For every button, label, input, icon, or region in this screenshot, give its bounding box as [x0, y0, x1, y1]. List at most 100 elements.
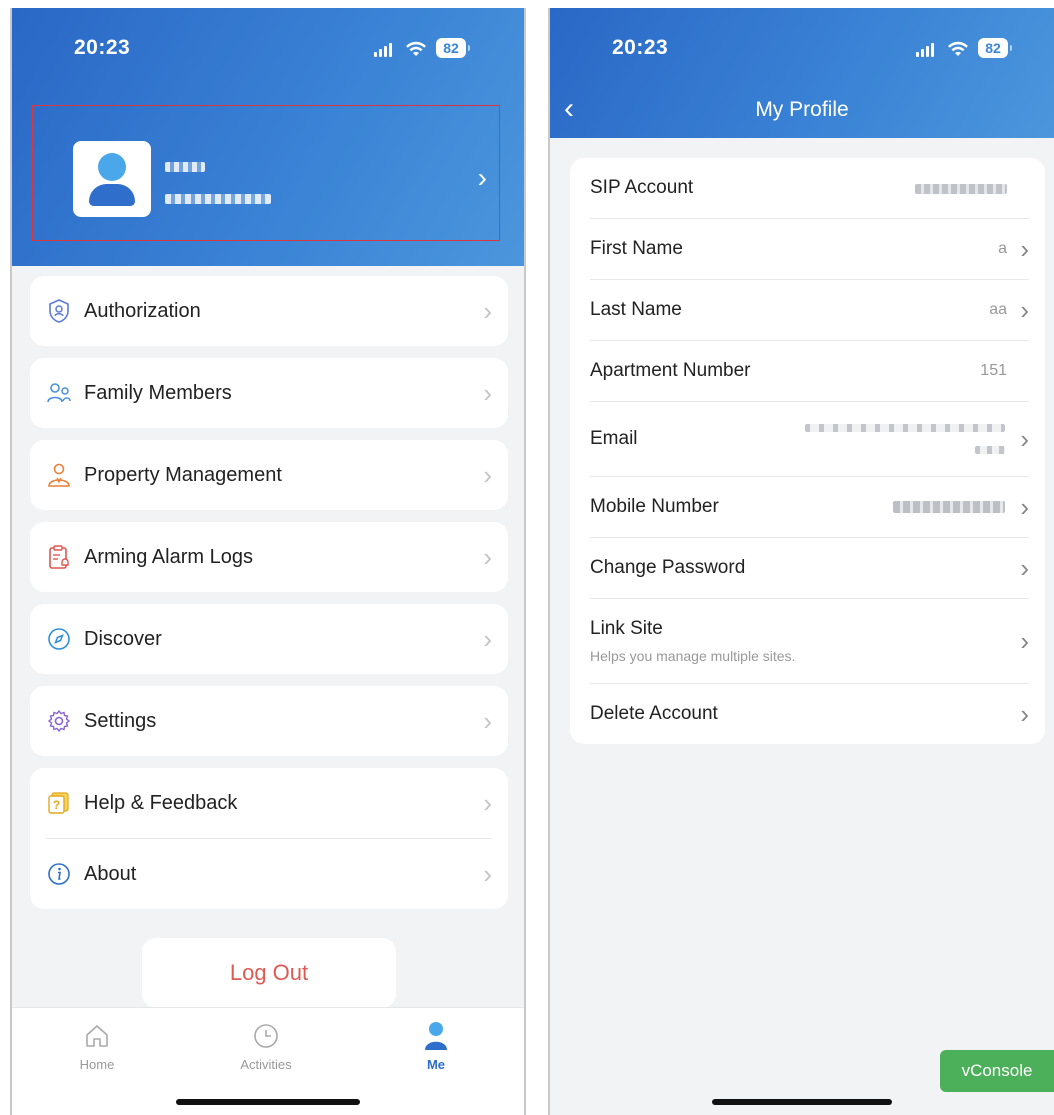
menu-card-family: Family Members ›	[30, 358, 508, 428]
avatar	[73, 141, 151, 217]
row-label: First Name	[590, 238, 683, 259]
chevron-right-icon: ›	[483, 788, 492, 818]
row-label: Last Name	[590, 299, 682, 320]
row-email[interactable]: Email ›	[570, 402, 1045, 476]
menu-card-discover: Discover ›	[30, 604, 508, 674]
wifi-icon	[406, 41, 426, 56]
home-indicator	[712, 1099, 892, 1105]
profile-header: 20:23 82 ‹ My Profile	[550, 8, 1054, 138]
tab-label: Home	[79, 1057, 115, 1072]
chevron-right-icon: ›	[477, 162, 487, 193]
menu-item-help-feedback[interactable]: ? Help & Feedback ›	[30, 768, 508, 838]
menu-card-property: Property Management ›	[30, 440, 508, 510]
row-apartment-number: Apartment Number 151	[570, 341, 1045, 401]
menu-item-label: Settings	[84, 709, 157, 732]
bottom-tab-bar: Home Activities Me	[12, 1007, 524, 1115]
row-mobile-number[interactable]: Mobile Number ›	[570, 477, 1045, 537]
home-icon	[57, 1020, 137, 1052]
comparison-canvas: 20:23 82 › Authorization › Family Member…	[0, 0, 1054, 1115]
tab-home[interactable]: Home	[57, 1020, 137, 1072]
svg-text:?: ?	[53, 798, 60, 812]
me-screen: 20:23 82 › Authorization › Family Member…	[10, 8, 526, 1115]
row-label: Email	[590, 428, 638, 449]
row-label: Link Site	[590, 618, 663, 639]
profile-details-card: SIP Account First Name a › Last Name aa …	[570, 158, 1045, 744]
chevron-right-icon: ›	[483, 296, 492, 326]
chevron-right-icon: ›	[1020, 553, 1029, 583]
row-delete-account[interactable]: Delete Account ›	[570, 684, 1045, 744]
redacted-email-value-line2	[975, 446, 1005, 454]
home-indicator	[176, 1099, 360, 1105]
status-time: 20:23	[74, 36, 131, 59]
alarm-log-icon	[46, 544, 72, 570]
menu-item-label: Family Members	[84, 381, 232, 404]
profile-summary-card[interactable]: ›	[32, 105, 500, 241]
chevron-right-icon: ›	[483, 859, 492, 889]
row-label: SIP Account	[590, 177, 694, 198]
chevron-right-icon: ›	[1020, 234, 1029, 264]
menu-card-authorization: Authorization ›	[30, 276, 508, 346]
status-bar: 20:23 82	[12, 8, 524, 88]
chevron-right-icon: ›	[1020, 626, 1029, 656]
chevron-right-icon: ›	[1020, 492, 1029, 522]
row-last-name[interactable]: Last Name aa ›	[570, 280, 1045, 340]
menu-item-property-management[interactable]: Property Management ›	[30, 440, 508, 510]
shield-user-icon	[46, 298, 72, 324]
redacted-email-value	[805, 424, 1005, 432]
redacted-sip-value	[915, 184, 1007, 194]
info-icon	[46, 861, 72, 887]
chevron-right-icon: ›	[483, 378, 492, 408]
menu-item-arming-alarm-logs[interactable]: Arming Alarm Logs ›	[30, 522, 508, 592]
row-sublabel: Helps you manage multiple sites.	[590, 648, 796, 664]
menu-item-label: About	[84, 862, 137, 885]
user-icon	[396, 1020, 476, 1052]
chevron-right-icon: ›	[483, 624, 492, 654]
menu-item-settings[interactable]: Settings ›	[30, 686, 508, 756]
tab-activities[interactable]: Activities	[226, 1020, 306, 1072]
menu-item-label: Property Management	[84, 463, 282, 486]
redacted-user-id	[165, 194, 271, 204]
tab-me[interactable]: Me	[396, 1020, 476, 1072]
battery-indicator: 82	[436, 38, 470, 58]
battery-indicator: 82	[978, 38, 1012, 58]
chevron-right-icon: ›	[483, 542, 492, 572]
row-sip-account: SIP Account	[570, 158, 1045, 218]
menu-item-family-members[interactable]: Family Members ›	[30, 358, 508, 428]
row-label: Delete Account	[590, 703, 718, 724]
row-first-name[interactable]: First Name a ›	[570, 219, 1045, 279]
row-label: Apartment Number	[590, 360, 751, 381]
redacted-mobile-value	[893, 501, 1005, 513]
wifi-icon	[948, 41, 968, 56]
menu-card-help-about: ? Help & Feedback › About ›	[30, 768, 508, 909]
menu-item-label: Discover	[84, 627, 162, 650]
chevron-right-icon: ›	[1020, 424, 1029, 454]
property-manager-icon	[46, 462, 72, 488]
status-time: 20:23	[612, 36, 669, 59]
compass-icon	[46, 626, 72, 652]
menu-item-authorization[interactable]: Authorization ›	[30, 276, 508, 346]
menu-item-label: Authorization	[84, 299, 201, 322]
menu-card-settings: Settings ›	[30, 686, 508, 756]
first-name-value: a	[998, 240, 1007, 257]
chevron-right-icon: ›	[1020, 699, 1029, 729]
menu-item-discover[interactable]: Discover ›	[30, 604, 508, 674]
chevron-right-icon: ›	[483, 706, 492, 736]
logout-button[interactable]: Log Out	[142, 938, 396, 1008]
my-profile-screen: 20:23 82 ‹ My Profile SIP Account First …	[548, 8, 1054, 1115]
me-header: 20:23 82 ›	[12, 8, 524, 266]
vconsole-button[interactable]: vConsole	[940, 1050, 1054, 1092]
row-label: Change Password	[590, 557, 746, 578]
row-change-password[interactable]: Change Password ›	[570, 538, 1045, 598]
row-link-site[interactable]: Link Site Helps you manage multiple site…	[570, 599, 1045, 683]
status-bar: 20:23 82	[550, 8, 1054, 88]
menu-item-label: Arming Alarm Logs	[84, 545, 253, 568]
chevron-right-icon: ›	[483, 460, 492, 490]
redacted-user-name	[165, 162, 205, 172]
menu-item-about[interactable]: About ›	[30, 839, 508, 909]
gear-icon	[46, 708, 72, 734]
help-icon: ?	[46, 790, 72, 816]
tab-label: Activities	[240, 1057, 292, 1072]
page-title: My Profile	[755, 98, 849, 121]
tab-label: Me	[426, 1057, 446, 1072]
menu-card-alarm-logs: Arming Alarm Logs ›	[30, 522, 508, 592]
